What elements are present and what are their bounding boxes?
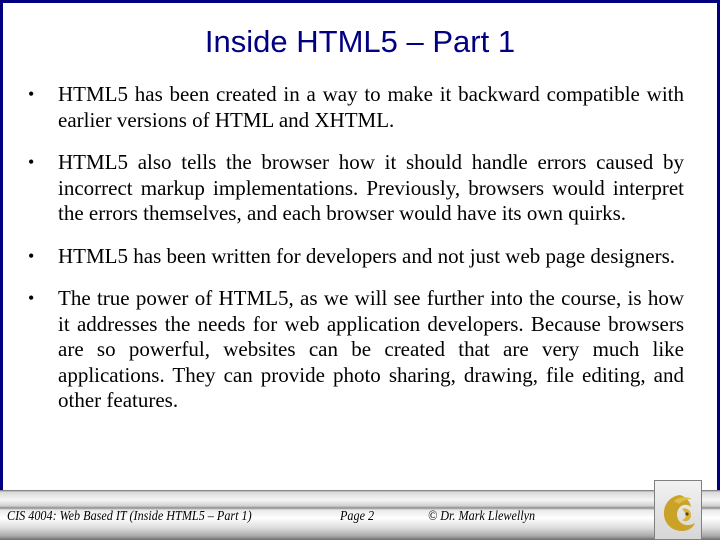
bullet-icon: • bbox=[28, 245, 35, 266]
bullet-icon: • bbox=[28, 152, 35, 172]
bullet-text: HTML5 has been created in a way to make … bbox=[58, 82, 684, 132]
footer-course: CIS 4004: Web Based IT (Inside HTML5 – P… bbox=[7, 508, 252, 523]
logo-box bbox=[654, 480, 702, 540]
bullet-item: • The true power of HTML5, as we will se… bbox=[28, 286, 684, 414]
pegasus-logo-icon bbox=[663, 495, 695, 531]
footer-copyright: © Dr. Mark Llewellyn bbox=[428, 508, 536, 523]
bullet-item: • HTML5 also tells the browser how it sh… bbox=[28, 150, 684, 227]
bullet-text: HTML5 has been written for developers an… bbox=[58, 243, 675, 268]
bullet-text: HTML5 also tells the browser how it shou… bbox=[58, 150, 684, 225]
bullet-list: • HTML5 has been created in a way to mak… bbox=[28, 82, 684, 431]
bullet-item: • HTML5 has been written for developers … bbox=[28, 244, 684, 270]
bullet-icon: • bbox=[28, 288, 35, 308]
bullet-text: The true power of HTML5, as we will see … bbox=[58, 286, 684, 412]
bullet-item: • HTML5 has been created in a way to mak… bbox=[28, 82, 684, 133]
bullet-icon: • bbox=[28, 84, 35, 104]
footer-page-number: Page 2 bbox=[340, 508, 375, 523]
slide-title: Inside HTML5 – Part 1 bbox=[204, 24, 516, 59]
